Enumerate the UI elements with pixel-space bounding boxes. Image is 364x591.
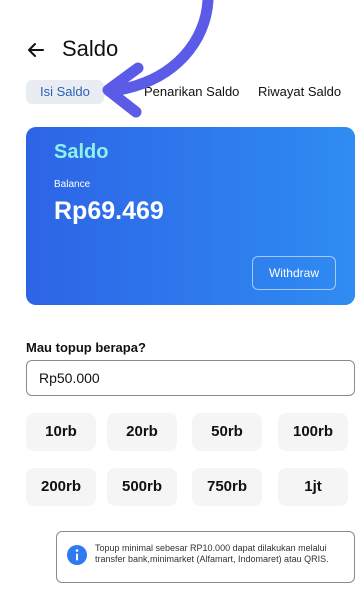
page-title: Saldo bbox=[62, 36, 119, 61]
balance-label: Balance bbox=[54, 179, 91, 190]
info-circle-icon bbox=[67, 545, 87, 565]
info-text: Topup minimal sebesar RP10.000 dapat dil… bbox=[95, 543, 329, 564]
tab-bar: Isi Saldo Penarikan Saldo Riwayat Saldo bbox=[26, 80, 364, 106]
tab-riwayat-saldo[interactable]: Riwayat Saldo bbox=[258, 80, 341, 104]
topup-option-100rb[interactable]: 100rb bbox=[278, 413, 348, 451]
topup-amount-input[interactable] bbox=[26, 360, 355, 396]
topup-option-50rb[interactable]: 50rb bbox=[192, 413, 262, 451]
topup-option-500rb[interactable]: 500rb bbox=[107, 468, 177, 506]
topup-option-20rb[interactable]: 20rb bbox=[107, 413, 177, 451]
balance-card: Saldo Balance Rp69.469 Withdraw bbox=[26, 127, 355, 305]
balance-amount: Rp69.469 bbox=[54, 197, 164, 225]
topup-option-200rb[interactable]: 200rb bbox=[26, 468, 96, 506]
topup-option-1jt[interactable]: 1jt bbox=[278, 468, 348, 506]
topup-option-750rb[interactable]: 750rb bbox=[192, 468, 262, 506]
withdraw-button[interactable]: Withdraw bbox=[252, 256, 336, 290]
tab-penarikan-saldo[interactable]: Penarikan Saldo bbox=[144, 80, 239, 104]
info-box: Topup minimal sebesar RP10.000 dapat dil… bbox=[56, 531, 355, 583]
back-arrow-icon[interactable] bbox=[26, 40, 46, 60]
tab-isi-saldo[interactable]: Isi Saldo bbox=[26, 80, 104, 104]
balance-card-title: Saldo bbox=[54, 141, 109, 163]
topup-question-label: Mau topup berapa? bbox=[26, 340, 146, 355]
topup-option-10rb[interactable]: 10rb bbox=[26, 413, 96, 451]
header: Saldo bbox=[0, 34, 364, 66]
